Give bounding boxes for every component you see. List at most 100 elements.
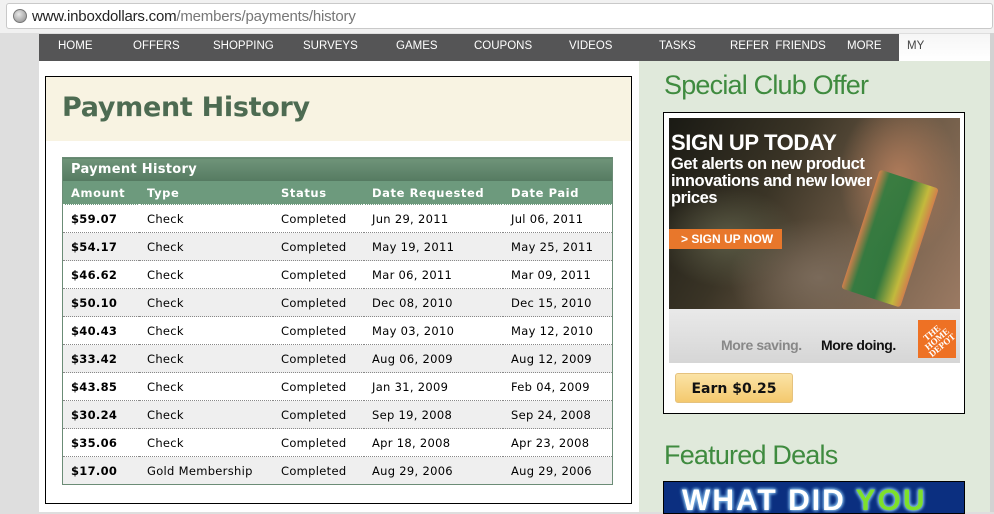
cell-type: Gold Membership [139,456,273,485]
cell-date-paid: Dec 15, 2010 [503,288,613,317]
cell-date-requested: May 19, 2011 [364,232,503,261]
column-header-status: Status [273,181,364,205]
payment-history-panel: Payment History Amount Type Status Date … [45,141,632,504]
cell-status: Completed [273,316,364,345]
cell-status: Completed [273,260,364,289]
table-row: $30.24 Check Completed Sep 19, 2008 Sep 24, … [62,400,613,429]
cell-amount: $54.17 [62,232,139,261]
cell-date-requested: Jun 29, 2011 [364,204,503,233]
cell-type: Check [139,372,273,401]
nav-tasks[interactable]: TASKS [659,34,696,61]
featured-deals-heading: Featured Deals [664,440,838,470]
globe-icon [13,9,27,23]
table-row: $40.43 Check Completed May 03, 2010 May 12, … [62,316,613,345]
cell-date-requested: Dec 08, 2010 [364,288,503,317]
table-row: $35.06 Check Completed Apr 18, 2008 Apr 23, … [62,428,613,457]
cell-type: Check [139,260,273,289]
column-header-type: Type [139,181,273,205]
cell-date-requested: Aug 29, 2006 [364,456,503,485]
ad-sign-up-button[interactable]: > SIGN UP NOW [669,229,782,249]
cell-type: Check [139,428,273,457]
cell-type: Check [139,204,273,233]
cell-amount: $43.85 [62,372,139,401]
column-header-date-paid: Date Paid [503,181,613,205]
cell-date-paid: Feb 04, 2009 [503,372,613,401]
cell-type: Check [139,400,273,429]
featured-deal-banner[interactable]: WHAT DID YOU [663,481,965,514]
url-input[interactable]: www.inboxdollars.com/members/payments/hi… [6,3,993,29]
cell-amount: $59.07 [62,204,139,233]
right-sidebar: Special Club Offer SIGN UP TODAY Get ale… [639,61,990,514]
cell-date-paid: May 12, 2010 [503,316,613,345]
table-caption: Payment History [62,157,613,181]
browser-address-bar: www.inboxdollars.com/members/payments/hi… [0,0,994,33]
home-depot-ad[interactable]: SIGN UP TODAY Get alerts on new product … [669,118,960,363]
cell-amount: $17.00 [62,456,139,485]
url-text: www.inboxdollars.com/members/payments/hi… [32,7,356,25]
table-row: $54.17 Check Completed May 19, 2011 May 25, … [62,232,613,261]
cell-date-requested: Sep 19, 2008 [364,400,503,429]
cell-status: Completed [273,232,364,261]
nav-coupons[interactable]: COUPONS [474,34,532,61]
cell-date-paid: Aug 12, 2009 [503,344,613,373]
cell-status: Completed [273,372,364,401]
page-title: Payment History [62,92,310,123]
ad-subhead: Get alerts on new product innovations an… [671,155,872,207]
table-row: $33.42 Check Completed Aug 06, 2009 Aug 12, … [62,344,613,373]
main-content: Payment History Payment History Amount T… [39,61,639,512]
cell-amount: $35.06 [62,428,139,457]
nav-surveys[interactable]: SURVEYS [303,34,358,61]
cell-type: Check [139,344,273,373]
deal-banner-text: WHAT DID YOU [682,484,927,514]
nav-home[interactable]: HOME [58,34,93,61]
nav-videos[interactable]: VIDEOS [569,34,612,61]
special-offer-box: SIGN UP TODAY Get alerts on new product … [663,112,965,414]
cell-amount: $30.24 [62,400,139,429]
table-row: $17.00 Gold Membership Completed Aug 29, 20… [62,456,613,485]
cell-date-requested: Apr 18, 2008 [364,428,503,457]
left-gutter [0,33,39,512]
page-scroll-edge [990,33,994,512]
table-row: $50.10 Check Completed Dec 08, 2010 Dec 15, … [62,288,613,317]
cell-date-requested: May 03, 2010 [364,316,503,345]
ad-tagline-2: More doing. [821,337,896,353]
ad-tagline-1: More saving. [721,337,802,353]
cell-date-paid: Mar 09, 2011 [503,260,613,289]
cell-type: Check [139,288,273,317]
nav-my-account[interactable]: MY ACCOUNT [899,34,990,77]
earn-button[interactable]: Earn $0.25 [675,373,793,403]
nav-more[interactable]: MORE [847,34,882,61]
ad-photo: SIGN UP TODAY Get alerts on new product … [669,118,960,309]
main-nav: HOME OFFERS SHOPPING SURVEYS GAMES COUPO… [39,34,990,77]
table-row: $59.07 Check Completed Jun 29, 2011 Jul 06, … [62,204,613,233]
nav-shopping[interactable]: SHOPPING [213,34,274,61]
cell-date-paid: May 25, 2011 [503,232,613,261]
cell-amount: $40.43 [62,316,139,345]
page-title-box: Payment History [45,76,632,142]
ad-headline: SIGN UP TODAY [671,130,837,155]
cell-type: Check [139,316,273,345]
table-row: $46.62 Check Completed Mar 06, 2011 Mar 09, … [62,260,613,289]
column-header-date-requested: Date Requested [364,181,503,205]
cell-date-paid: Aug 29, 2006 [503,456,613,485]
home-depot-logo-icon: THE HOME DEPOT [918,320,957,359]
cell-date-requested: Mar 06, 2011 [364,260,503,289]
cell-date-paid: Apr 23, 2008 [503,428,613,457]
cell-status: Completed [273,344,364,373]
table-row: $43.85 Check Completed Jan 31, 2009 Feb 04, … [62,372,613,401]
cell-amount: $46.62 [62,260,139,289]
payment-history-table: Payment History Amount Type Status Date … [62,157,613,485]
cell-status: Completed [273,288,364,317]
cell-date-paid: Sep 24, 2008 [503,400,613,429]
nav-games[interactable]: GAMES [396,34,438,61]
nav-offers[interactable]: OFFERS [133,34,180,61]
nav-refer-friends[interactable]: REFER FRIENDS [730,34,826,61]
cell-type: Check [139,232,273,261]
cell-status: Completed [273,400,364,429]
cell-date-requested: Aug 06, 2009 [364,344,503,373]
cell-status: Completed [273,456,364,485]
cell-date-requested: Jan 31, 2009 [364,372,503,401]
column-header-amount: Amount [62,181,139,205]
special-offer-heading: Special Club Offer [664,70,869,100]
cell-amount: $33.42 [62,344,139,373]
